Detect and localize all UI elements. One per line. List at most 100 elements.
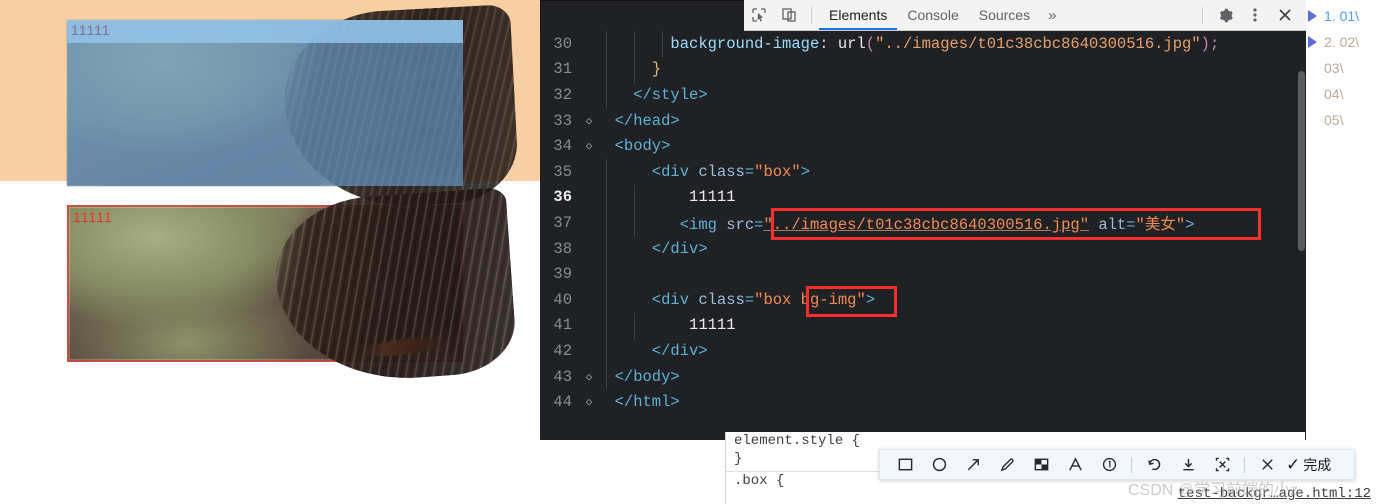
code-line-text: </style> — [596, 85, 708, 104]
gear-icon[interactable] — [1210, 1, 1240, 29]
ellipse-icon[interactable] — [922, 450, 956, 479]
style-rule-element-style: element.style { — [734, 433, 861, 449]
code-line[interactable]: 42 </div> — [540, 338, 1306, 364]
code-line[interactable]: 39 — [540, 261, 1306, 287]
play-icon — [1306, 9, 1320, 23]
ocr-icon[interactable] — [1205, 450, 1239, 479]
box-label-text: 11111 — [71, 22, 111, 38]
fold-marker-icon[interactable]: ◇ — [582, 370, 596, 384]
box-with-background-image[interactable]: 11111 — [67, 186, 519, 387]
line-number: 39 — [553, 265, 572, 284]
inspector-content-box — [67, 20, 463, 43]
tab-sources[interactable]: Sources — [969, 0, 1040, 30]
playlist-item-label: 1. 01\ — [1324, 8, 1360, 24]
devtools-window: Elements Console Sources » 30 background… — [540, 0, 1306, 440]
code-line[interactable]: 40 <div class="box bg-img"> — [540, 287, 1306, 313]
play-icon — [1306, 35, 1320, 49]
code-line[interactable]: 44 ◇ </html> — [540, 389, 1306, 415]
device-toolbar-icon[interactable] — [774, 1, 804, 29]
arrow-icon[interactable] — [956, 450, 990, 479]
code-line[interactable]: 33 ◇ </head> — [540, 108, 1306, 134]
code-line-text: <body> — [596, 137, 671, 156]
toolbar-divider — [1244, 456, 1245, 473]
code-line-text: 11111 — [596, 316, 736, 335]
playlist-item[interactable]: 1. 01\ — [1300, 3, 1379, 29]
code-editor-pane[interactable]: 30 background-image: url("../images/t01c… — [540, 31, 1306, 440]
code-line[interactable]: 32 </style> — [540, 82, 1306, 108]
inspector-highlight-overlay — [67, 20, 463, 186]
playlist-item[interactable]: 2. 02\ — [1300, 29, 1379, 55]
code-line[interactable]: 31 } — [540, 57, 1306, 83]
kebab-menu-icon[interactable] — [1240, 1, 1270, 29]
line-number: 36 — [553, 188, 572, 207]
playlist-item[interactable]: 05\ — [1300, 107, 1379, 133]
indent-guide — [606, 31, 607, 108]
line-number: 38 — [553, 239, 572, 258]
playlist-item[interactable]: 04\ — [1300, 81, 1379, 107]
box-label-text: 11111 — [73, 209, 113, 225]
mosaic-icon[interactable] — [1024, 450, 1058, 479]
box-with-img-element[interactable]: 11111 — [67, 4, 520, 212]
style-source-link[interactable]: test-backgr…age.html:12 — [1178, 486, 1371, 502]
code-line-text: <div class="box bg-img"> — [596, 290, 876, 309]
code-line[interactable]: 30 background-image: url("../images/t01c… — [540, 31, 1306, 57]
playlist-item[interactable]: 03\ — [1300, 55, 1379, 81]
code-line-text: </head> — [596, 111, 680, 130]
screenshot-annotation-toolbar[interactable]: ✓ 完成 — [879, 449, 1355, 480]
line-number: 30 — [553, 34, 572, 53]
more-tabs-icon[interactable]: » — [1040, 7, 1064, 24]
line-number: 32 — [553, 85, 572, 104]
code-pane-scrollbar[interactable] — [1296, 31, 1306, 440]
code-line[interactable]: 35 <div class="box"> — [540, 159, 1306, 185]
toolbar-divider — [1131, 456, 1132, 473]
play-icon — [1306, 61, 1320, 75]
done-button[interactable]: ✓ 完成 — [1284, 455, 1331, 475]
playlist-item-label: 05\ — [1324, 112, 1344, 128]
undo-icon[interactable] — [1137, 450, 1171, 479]
tab-console[interactable]: Console — [897, 0, 968, 30]
line-number: 44 — [553, 393, 572, 412]
toolbar-divider — [811, 6, 812, 24]
inspect-element-icon[interactable] — [744, 1, 774, 29]
code-line[interactable]: 37 <img src="../images/t01c38cbc86403005… — [540, 210, 1306, 236]
download-icon[interactable] — [1171, 450, 1205, 479]
close-icon[interactable] — [1250, 450, 1284, 479]
fold-marker-icon[interactable]: ◇ — [582, 139, 596, 153]
line-number: 43 — [553, 367, 572, 386]
line-number: 34 — [553, 137, 572, 156]
rectangle-icon[interactable] — [888, 450, 922, 479]
code-line[interactable]: 43 ◇ </body> — [540, 364, 1306, 390]
video-playlist-sidebar[interactable]: 1. 01\ 2. 02\ 03\ 04\ 05\ — [1300, 0, 1379, 504]
pencil-icon[interactable] — [990, 450, 1024, 479]
line-number: 35 — [553, 162, 572, 181]
tab-elements[interactable]: Elements — [819, 0, 897, 30]
line-number: 37 — [553, 213, 572, 232]
playlist-item-label: 04\ — [1324, 86, 1344, 102]
code-line-text: 11111 — [596, 188, 736, 207]
code-line[interactable]: 38 </div> — [540, 236, 1306, 262]
line-number: 41 — [553, 316, 572, 335]
indent-guide — [634, 313, 635, 339]
code-line[interactable]: 41 11111 — [540, 313, 1306, 339]
text-icon[interactable] — [1058, 450, 1092, 479]
code-line[interactable]: 36 11111 — [540, 185, 1306, 211]
code-line[interactable]: 34 ◇ <body> — [540, 133, 1306, 159]
indent-guide — [606, 159, 607, 389]
code-line-text: <img src="../images/t01c38cbc8640300516.… — [596, 215, 1195, 234]
devtools-toolbar: Elements Console Sources » — [744, 0, 1306, 31]
check-icon: ✓ — [1286, 454, 1301, 474]
indent-guide — [634, 31, 635, 83]
indent-guide — [662, 31, 663, 57]
close-icon[interactable] — [1270, 1, 1300, 29]
fold-marker-icon[interactable]: ◇ — [582, 114, 596, 128]
line-number: 40 — [553, 290, 572, 309]
fold-marker-icon[interactable]: ◇ — [582, 395, 596, 409]
code-line-text: <div class="box"> — [596, 162, 810, 181]
code-line-text: </body> — [596, 367, 680, 386]
code-line-text: </div> — [596, 239, 708, 258]
code-line-text: </html> — [596, 393, 680, 412]
scrollbar-thumb[interactable] — [1298, 71, 1305, 251]
code-lines-container: 30 background-image: url("../images/t01c… — [540, 31, 1306, 440]
line-number: 31 — [553, 60, 572, 79]
step-number-icon[interactable] — [1092, 450, 1126, 479]
